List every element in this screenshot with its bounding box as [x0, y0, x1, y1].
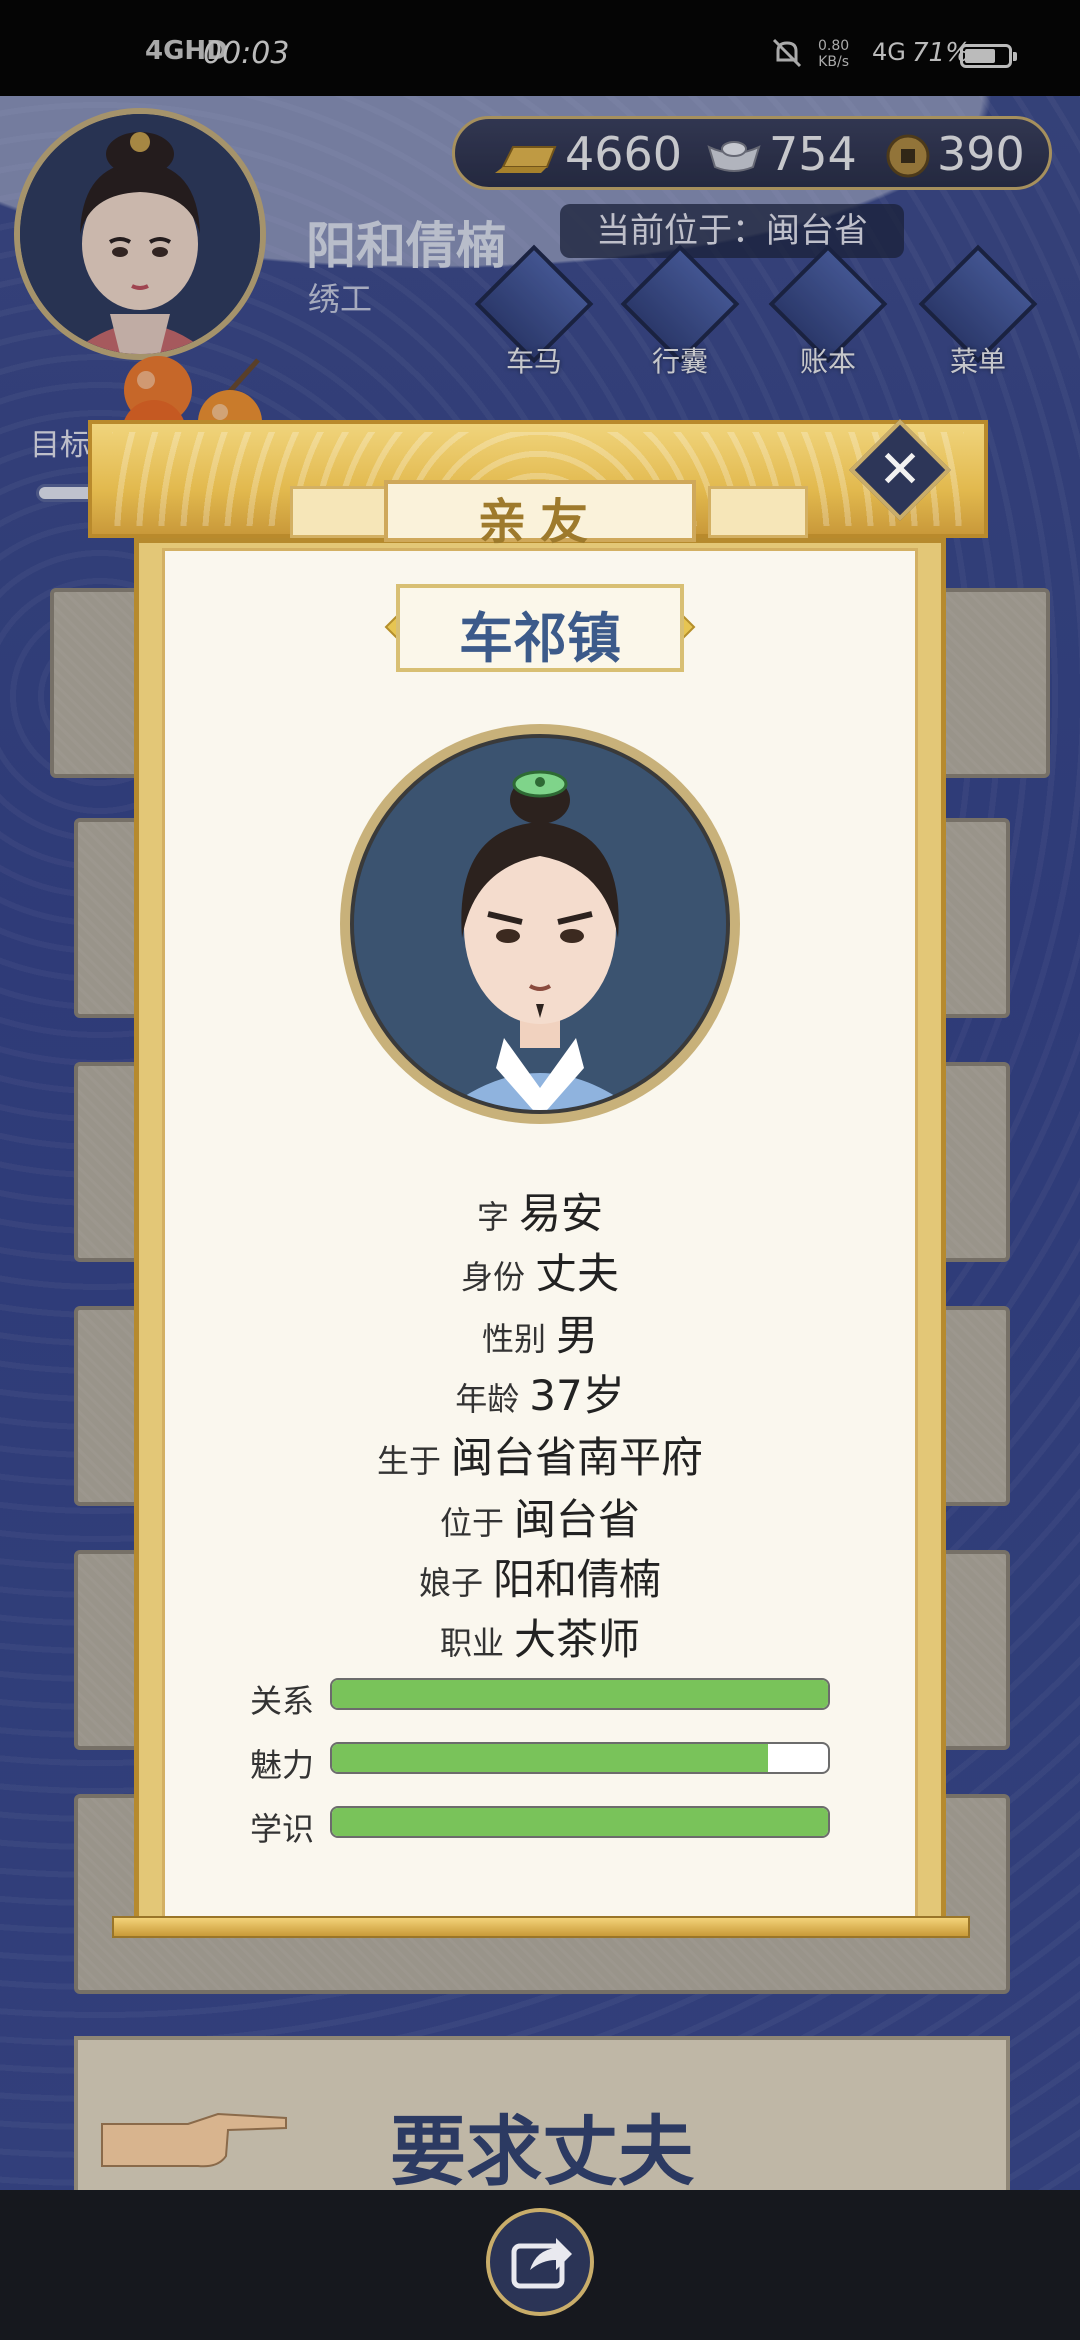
modal-title: 亲友	[477, 494, 602, 550]
stat-fill	[332, 1680, 828, 1708]
info-key: 字	[476, 1198, 509, 1236]
stat-label-relationship: 关系	[250, 1682, 315, 1720]
action-text[interactable]: 要求丈夫	[74, 2090, 1010, 2200]
info-value: 大茶师	[514, 1615, 641, 1664]
stat-fill	[332, 1744, 769, 1772]
stat-label-charm: 魅力	[250, 1746, 315, 1784]
share-icon	[511, 2238, 572, 2289]
clock: 00:03	[203, 36, 290, 71]
info-value: 男	[556, 1311, 599, 1360]
info-value: 闽台省	[514, 1495, 641, 1544]
close-icon[interactable]: ✕	[864, 434, 936, 506]
share-button[interactable]	[486, 2208, 594, 2316]
info-key: 位于	[439, 1504, 504, 1542]
scroll-bottom-rod	[112, 1916, 970, 1938]
battery-fill	[965, 49, 995, 63]
battery-icon	[960, 44, 1017, 68]
stat-bar-knowledge	[330, 1806, 830, 1838]
info-key: 年龄	[455, 1380, 520, 1418]
info-row-wife: 娘子 阳和倩楠	[162, 1546, 918, 1607]
info-row-gender: 性别男	[162, 1302, 918, 1363]
info-row-birthplace: 生于 闽台省南平府	[162, 1424, 918, 1485]
info-row-courtesy-name: 字易安	[162, 1180, 918, 1241]
header-ornament	[290, 486, 390, 538]
info-value: 阳和倩楠	[493, 1555, 662, 1604]
net-speed: 0.80 KB/s	[818, 38, 849, 70]
stat-fill	[332, 1808, 828, 1836]
network-type: 4G	[872, 38, 906, 66]
info-value: 闽台省南平府	[451, 1433, 704, 1482]
info-row-location: 位于 闽台省	[162, 1486, 918, 1547]
info-row-identity: 身份 丈夫	[162, 1240, 918, 1301]
net-speed-unit: KB/s	[818, 54, 849, 70]
relative-portrait	[350, 734, 730, 1114]
info-key: 职业	[439, 1624, 504, 1662]
info-value: 易安	[519, 1189, 604, 1238]
stat-bar-relationship	[330, 1678, 830, 1710]
info-row-age: 年龄 37岁	[162, 1362, 918, 1423]
info-key: 生于	[376, 1442, 441, 1480]
info-key: 娘子	[418, 1564, 483, 1602]
mute-icon	[772, 38, 802, 68]
net-speed-value: 0.80	[818, 38, 850, 54]
stat-bar-charm	[330, 1742, 830, 1774]
info-key: 身份	[460, 1258, 525, 1296]
place-name: 车祁镇	[459, 607, 621, 670]
husband-portrait	[354, 738, 726, 1110]
info-row-occupation: 职业 大茶师	[162, 1606, 918, 1667]
info-value: 丈夫	[535, 1249, 620, 1298]
header-ornament	[708, 486, 808, 538]
info-key: 性别	[481, 1320, 546, 1358]
stat-label-knowledge: 学识	[250, 1810, 315, 1848]
status-bar: 4GHD 00:03 0.80 KB/s 4G 71%	[0, 0, 1080, 96]
info-value: 37岁	[529, 1371, 625, 1420]
